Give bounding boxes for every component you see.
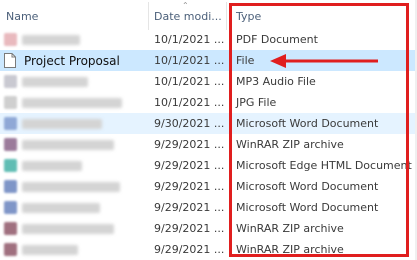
file-row[interactable]: 9/30/2021 ... Microsoft Word Document [0,113,417,134]
file-row[interactable]: 9/29/2021 ... Microsoft Word Document [0,197,417,218]
type-cell: WinRAR ZIP archive [236,138,344,151]
date-modified-cell: 9/29/2021 ... [154,138,225,151]
blurred-file-name[interactable] [22,98,122,108]
sort-chevron-icon: ⌃ [182,1,189,10]
type-cell: WinRAR ZIP archive [236,243,344,256]
blurred-file-icon [4,96,17,109]
date-modified-cell: 10/1/2021 ... [154,96,225,109]
date-modified-cell: 9/30/2021 ... [154,117,225,130]
file-row[interactable]: 9/29/2021 ... WinRAR ZIP archive [0,134,417,155]
file-row[interactable]: 9/29/2021 ... Microsoft Edge HTML Documen… [0,155,417,176]
date-modified-cell: 9/29/2021 ... [154,222,225,235]
column-divider[interactable] [148,2,149,30]
column-divider[interactable] [226,2,227,30]
date-modified-cell: 10/1/2021 ... [154,33,225,46]
blurred-file-name[interactable] [22,203,100,213]
generic-file-icon [4,53,16,68]
date-modified-cell: 10/1/2021 ... [154,54,225,67]
type-cell: MP3 Audio File [236,75,316,88]
column-header-date-modified[interactable]: Date modi... [154,10,222,23]
file-row[interactable]: 9/29/2021 ... Microsoft Word Document [0,176,417,197]
type-cell: JPG File [236,96,277,109]
blurred-file-name[interactable] [22,161,82,171]
type-cell: WinRAR ZIP archive [236,222,344,235]
type-cell: Microsoft Word Document [236,180,379,193]
blurred-file-name[interactable] [22,77,88,87]
blurred-file-name[interactable] [22,140,114,150]
blurred-file-icon [4,33,17,46]
blurred-file-name[interactable] [22,119,102,129]
blurred-file-icon [4,159,17,172]
blurred-file-icon [4,180,17,193]
file-row[interactable]: 10/1/2021 ... JPG File [0,92,417,113]
column-header-bar: Name ⌃ Date modi... Type [0,0,417,30]
blurred-file-icon [4,138,17,151]
file-name[interactable]: Project Proposal [24,54,120,68]
blurred-file-icon [4,117,17,130]
type-cell: Microsoft Edge HTML Document [236,159,412,172]
date-modified-cell: 9/29/2021 ... [154,201,225,214]
type-cell: PDF Document [236,33,318,46]
blurred-file-icon [4,243,17,256]
date-modified-cell: 10/1/2021 ... [154,75,225,88]
blurred-file-name[interactable] [22,224,114,234]
blurred-file-name[interactable] [22,245,78,255]
blurred-file-icon [4,201,17,214]
file-row[interactable]: 9/29/2021 ... WinRAR ZIP archive [0,218,417,239]
date-modified-cell: 9/29/2021 ... [154,159,225,172]
blurred-file-icon [4,75,17,88]
column-header-type[interactable]: Type [236,10,261,23]
file-row[interactable]: 10/1/2021 ... PDF Document [0,29,417,50]
type-cell: Microsoft Word Document [236,201,379,214]
blurred-file-name[interactable] [22,35,80,45]
type-cell: Microsoft Word Document [236,117,379,130]
file-row[interactable]: Project Proposal 10/1/2021 ... File [0,50,417,71]
blurred-file-name[interactable] [22,182,120,192]
file-row[interactable]: 10/1/2021 ... MP3 Audio File [0,71,417,92]
blurred-file-icon [4,222,17,235]
file-row[interactable]: 9/29/2021 ... WinRAR ZIP archive [0,239,417,260]
date-modified-cell: 9/29/2021 ... [154,180,225,193]
type-cell: File [236,54,255,67]
date-modified-cell: 9/29/2021 ... [154,243,225,256]
column-header-name[interactable]: Name [6,10,38,23]
